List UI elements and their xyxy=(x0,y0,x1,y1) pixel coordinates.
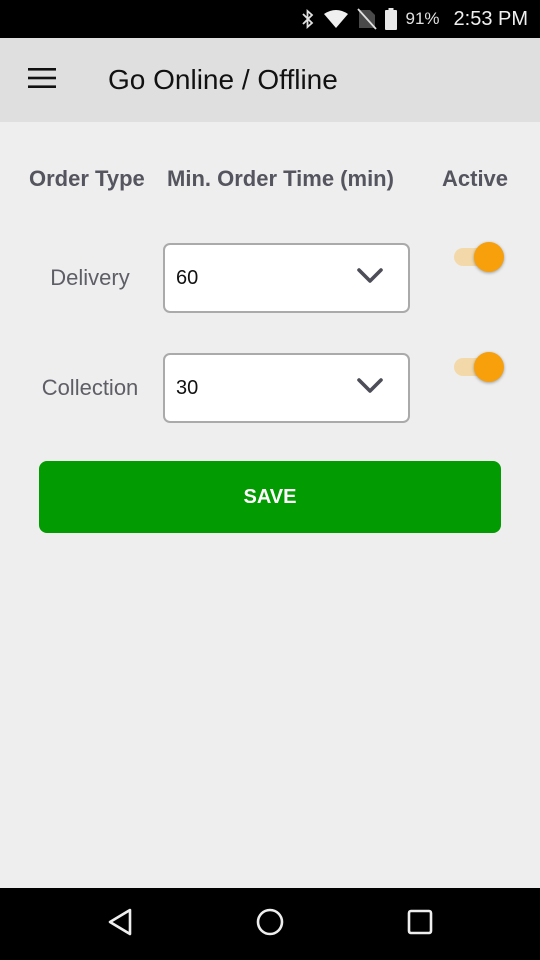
menu-button[interactable] xyxy=(20,62,64,98)
back-button[interactable] xyxy=(98,902,142,946)
column-header-order-type: Order Type xyxy=(29,166,145,191)
save-button[interactable]: SAVE xyxy=(39,461,501,533)
page-title: Go Online / Offline xyxy=(108,64,338,95)
app-bar: Go Online / Offline xyxy=(0,38,540,122)
column-header-min-order-time: Min. Order Time (min) xyxy=(167,166,394,191)
chevron-down-icon xyxy=(356,267,384,290)
back-icon xyxy=(107,908,133,941)
dropdown-value: 60 xyxy=(176,267,199,289)
system-nav-bar xyxy=(0,888,540,960)
delivery-active-toggle[interactable] xyxy=(450,238,510,274)
chevron-down-icon xyxy=(356,377,384,400)
home-icon xyxy=(256,908,284,941)
status-bar: 91% 2:53 PM xyxy=(0,0,540,38)
order-settings-form: Order Type Min. Order Time (min) Active … xyxy=(0,122,540,888)
order-type-label: Collection xyxy=(41,375,139,400)
wifi-icon xyxy=(323,9,349,29)
toggle-thumb xyxy=(474,242,504,272)
bluetooth-icon xyxy=(301,9,315,29)
battery-icon xyxy=(385,8,398,30)
collection-min-time-dropdown[interactable]: 30 xyxy=(163,353,410,423)
home-button[interactable] xyxy=(248,902,292,946)
clock: 2:53 PM xyxy=(453,7,528,30)
status-icons: 91% 2:53 PM xyxy=(293,0,528,38)
dropdown-value: 30 xyxy=(176,377,199,399)
recents-button[interactable] xyxy=(398,902,442,946)
order-type-label: Delivery xyxy=(50,265,130,290)
battery-percent: 91% xyxy=(405,9,440,28)
hamburger-menu-icon xyxy=(28,67,56,93)
toggle-thumb xyxy=(474,352,504,382)
collection-active-toggle[interactable] xyxy=(450,348,510,384)
delivery-min-time-dropdown[interactable]: 60 xyxy=(163,243,410,313)
no-sim-icon xyxy=(357,8,378,30)
recents-icon xyxy=(407,909,433,940)
column-header-active: Active xyxy=(442,166,509,191)
